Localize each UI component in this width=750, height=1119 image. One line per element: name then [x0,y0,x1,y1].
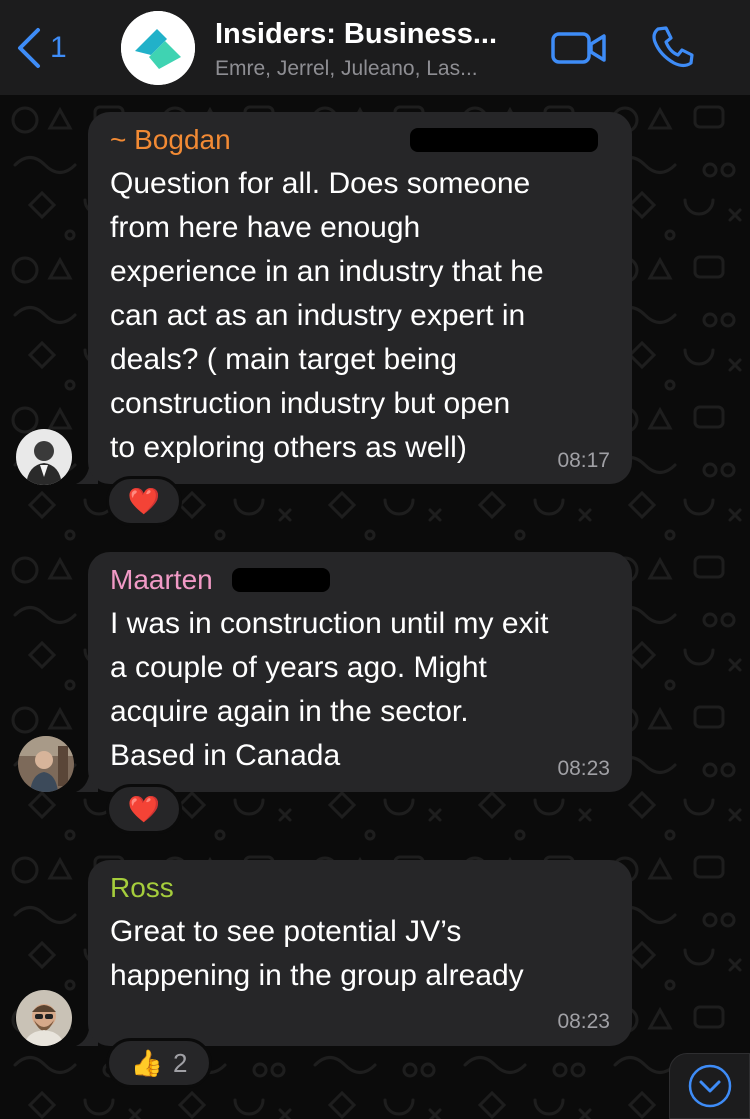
message-line: to exploring others as well) [110,431,467,464]
reaction-badge[interactable]: ❤️ [106,476,182,526]
avatar[interactable] [16,990,72,1046]
message-line: deals? ( main target being [110,343,457,376]
reaction-badge[interactable]: 👍 2 [106,1038,212,1088]
chevron-down-circle-icon [688,1064,731,1108]
message-line: Based in Canada [110,739,341,772]
message-line: a couple of years ago. Might [110,651,487,684]
message-line: from here have enough [110,211,421,244]
sender-name[interactable]: Maarten [110,564,213,596]
video-call-icon[interactable] [551,28,607,68]
message-line: Great to see potential JV’s [110,915,462,948]
redacted-phone-number [232,568,330,592]
message-time: 08:17 [557,449,610,472]
reaction-count: 2 [172,1047,188,1078]
message-line: Question for all. Does someone [110,167,531,200]
message-time: 08:23 [557,1010,610,1033]
avatar[interactable] [16,429,72,485]
message-line: happening in the group already [110,959,524,992]
message-bubble[interactable]: ~ Bogdan Question for all. Does someone … [88,112,632,484]
message-line: can act as an industry expert in [110,299,526,332]
group-members[interactable]: Emre, Jerrel, Juleano, Las... [215,57,478,81]
scroll-to-bottom-button[interactable] [669,1053,750,1119]
redacted-phone-number [410,128,598,152]
message-line: experience in an industry that he [110,255,544,288]
phone-call-icon[interactable] [650,24,696,70]
thumbs-up-reaction-icon: 👍 [130,1048,163,1078]
message-line: I was in construction until my exit [110,607,549,640]
message-line: acquire again in the sector. [110,695,469,728]
sender-name[interactable]: ~ Bogdan [110,124,231,156]
message-bubble[interactable]: Maarten I was in construction until my e… [88,552,632,792]
chat-header: 1 Insiders: Business... Emre, Jerrel, Ju… [0,0,750,95]
group-logo-icon [121,11,195,85]
message-time: 08:23 [557,757,610,780]
sender-name[interactable]: Ross [110,872,174,904]
reaction-badge[interactable]: ❤️ [106,784,182,834]
heart-reaction-icon: ❤️ [127,794,161,824]
back-button[interactable]: 1 [14,26,67,70]
group-avatar[interactable] [121,11,195,85]
heart-reaction-icon: ❤️ [127,486,161,516]
group-title[interactable]: Insiders: Business... [215,18,497,51]
message-line: construction industry but open [110,387,511,420]
message-bubble[interactable]: Ross Great to see potential JV’s happeni… [88,860,632,1046]
unread-count: 1 [50,31,67,64]
chevron-left-icon [18,28,40,68]
avatar[interactable] [18,736,74,792]
